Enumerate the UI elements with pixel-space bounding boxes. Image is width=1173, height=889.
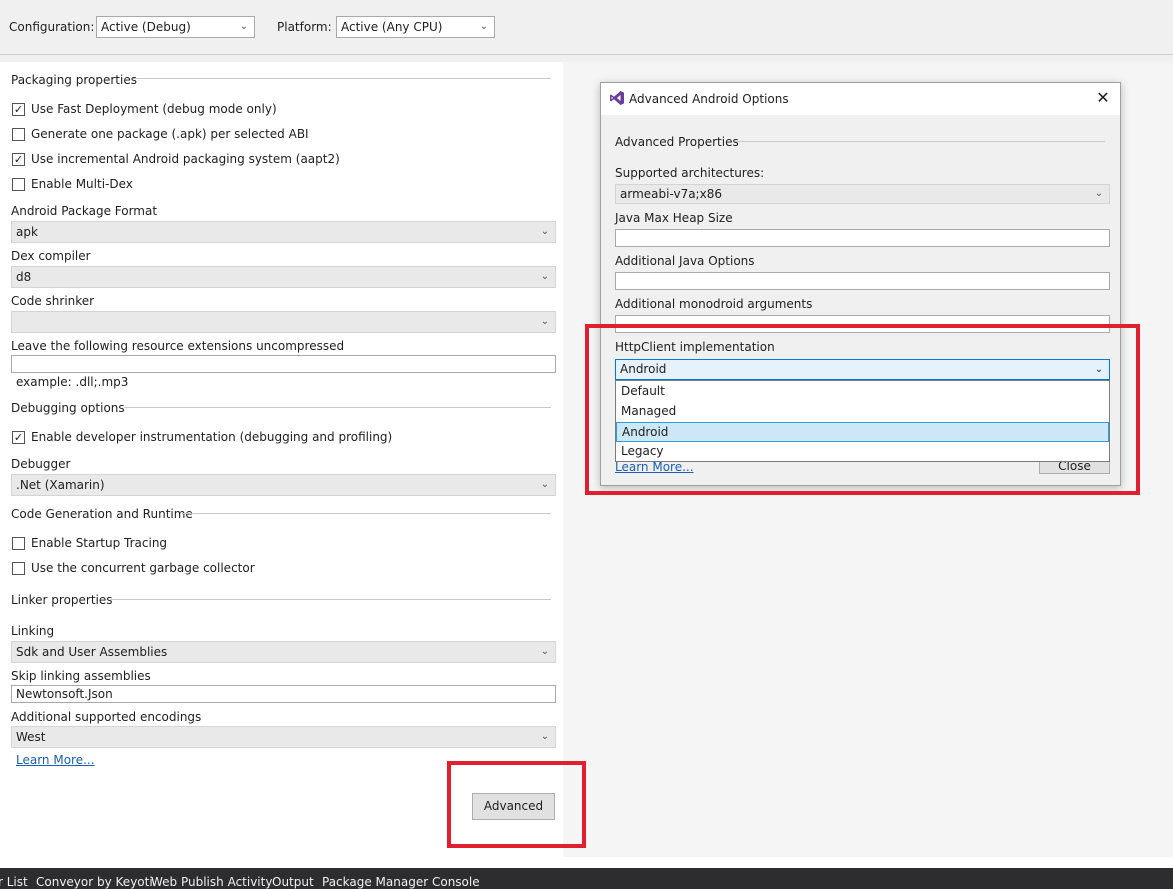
- package-format-dropdown[interactable]: apk ⌄: [11, 221, 556, 243]
- one-package-per-abi-label: Generate one package (.apk) per selected…: [31, 127, 309, 141]
- fast-deployment-label: Use Fast Deployment (debug mode only): [31, 102, 277, 116]
- platform-dropdown[interactable]: Active (Any CPU) ⌄: [336, 16, 495, 38]
- tab-package-manager-console[interactable]: Package Manager Console: [322, 875, 480, 889]
- highlight-box: [585, 324, 1140, 495]
- tool-window-tabs: r List Conveyor by Keyoti Web Publish Ac…: [0, 868, 1173, 889]
- dex-compiler-label: Dex compiler: [11, 249, 91, 263]
- packaging-heading: Packaging properties: [11, 73, 137, 87]
- incremental-packaging-label: Use incremental Android packaging system…: [31, 152, 340, 166]
- architectures-label: Supported architectures:: [615, 166, 765, 180]
- configuration-dropdown[interactable]: Active (Debug) ⌄: [96, 16, 255, 38]
- chevron-down-icon: ⌄: [479, 21, 489, 32]
- divider: [133, 78, 551, 79]
- concurrent-gc-label: Use the concurrent garbage collector: [31, 561, 255, 575]
- check-icon: ✓: [12, 431, 25, 444]
- code-shrinker-label: Code shrinker: [11, 294, 95, 308]
- tab-conveyor[interactable]: Conveyor by Keyoti: [36, 875, 153, 889]
- encodings-label: Additional supported encodings: [11, 710, 202, 724]
- linker-heading: Linker properties: [11, 593, 113, 607]
- chevron-down-icon: ⌄: [540, 316, 550, 327]
- debugger-label: Debugger: [11, 457, 71, 471]
- uncompressed-example: example: .dll;.mp3: [16, 375, 129, 389]
- encodings-value: West: [16, 730, 46, 744]
- linking-value: Sdk and User Assemblies: [16, 645, 168, 659]
- tab-output[interactable]: Output: [272, 875, 314, 889]
- dex-compiler-dropdown[interactable]: d8 ⌄: [11, 266, 556, 288]
- java-options-input[interactable]: [615, 272, 1110, 290]
- visual-studio-icon: [610, 91, 624, 105]
- codegen-heading: Code Generation and Runtime: [11, 507, 193, 521]
- close-icon[interactable]: ✕: [1094, 89, 1112, 107]
- uncompressed-extensions-input[interactable]: [11, 355, 556, 373]
- dialog-title-bar: Advanced Android Options ✕: [601, 83, 1120, 115]
- checkbox-box: [12, 537, 25, 550]
- java-heap-label: Java Max Heap Size: [615, 211, 733, 225]
- chevron-down-icon: ⌄: [540, 731, 550, 742]
- dex-compiler-value: d8: [16, 270, 32, 284]
- checkbox-box: [12, 562, 25, 575]
- chevron-down-icon: ⌄: [239, 21, 249, 32]
- divider: [124, 407, 551, 408]
- tab-task-list[interactable]: r List: [0, 875, 28, 889]
- learn-more-link[interactable]: Learn More...: [16, 753, 95, 767]
- linking-label: Linking: [11, 624, 55, 638]
- checkbox-box: [12, 178, 25, 191]
- startup-tracing-label: Enable Startup Tracing: [31, 536, 168, 550]
- code-shrinker-dropdown[interactable]: ⌄: [11, 311, 556, 333]
- configuration-label: Configuration:: [9, 20, 95, 34]
- platform-label: Platform:: [277, 20, 332, 34]
- check-icon: ✓: [12, 103, 25, 116]
- dialog-title: Advanced Android Options: [629, 92, 789, 106]
- chevron-down-icon: ⌄: [1094, 188, 1104, 199]
- package-format-value: apk: [16, 225, 38, 239]
- architectures-dropdown[interactable]: armeabi-v7a;x86 ⌄: [615, 184, 1110, 204]
- divider: [0, 54, 1173, 55]
- skip-linking-label: Skip linking assemblies: [11, 669, 151, 683]
- linking-dropdown[interactable]: Sdk and User Assemblies ⌄: [11, 641, 556, 663]
- architectures-value: armeabi-v7a;x86: [620, 187, 722, 201]
- check-icon: ✓: [12, 153, 25, 166]
- chevron-down-icon: ⌄: [540, 646, 550, 657]
- debugger-dropdown[interactable]: .Net (Xamarin) ⌄: [11, 474, 556, 496]
- configuration-bar: Configuration: Active (Debug) ⌄ Platform…: [0, 0, 1173, 62]
- chevron-down-icon: ⌄: [540, 271, 550, 282]
- uncompressed-extensions-label: Leave the following resource extensions …: [11, 339, 345, 353]
- monodroid-arguments-label: Additional monodroid arguments: [615, 297, 813, 311]
- debugging-heading: Debugging options: [11, 401, 125, 415]
- tab-web-publish-activity[interactable]: Web Publish Activity: [151, 875, 272, 889]
- chevron-down-icon: ⌄: [540, 226, 550, 237]
- advanced-properties-heading: Advanced Properties: [615, 135, 739, 149]
- encodings-dropdown[interactable]: West ⌄: [11, 726, 556, 748]
- skip-linking-input[interactable]: Newtonsoft.Json: [11, 685, 556, 703]
- divider: [735, 141, 1105, 142]
- java-options-label: Additional Java Options: [615, 254, 755, 268]
- chevron-down-icon: ⌄: [540, 479, 550, 490]
- divider: [110, 599, 551, 600]
- multi-dex-label: Enable Multi-Dex: [31, 177, 133, 191]
- developer-instrumentation-label: Enable developer instrumentation (debugg…: [31, 430, 393, 444]
- debugger-value: .Net (Xamarin): [16, 478, 105, 492]
- highlight-box: [447, 761, 586, 848]
- configuration-value: Active (Debug): [101, 20, 191, 34]
- platform-value: Active (Any CPU): [341, 20, 443, 34]
- checkbox-box: [12, 128, 25, 141]
- package-format-label: Android Package Format: [11, 204, 158, 218]
- divider: [182, 513, 551, 514]
- java-heap-input[interactable]: [615, 229, 1110, 247]
